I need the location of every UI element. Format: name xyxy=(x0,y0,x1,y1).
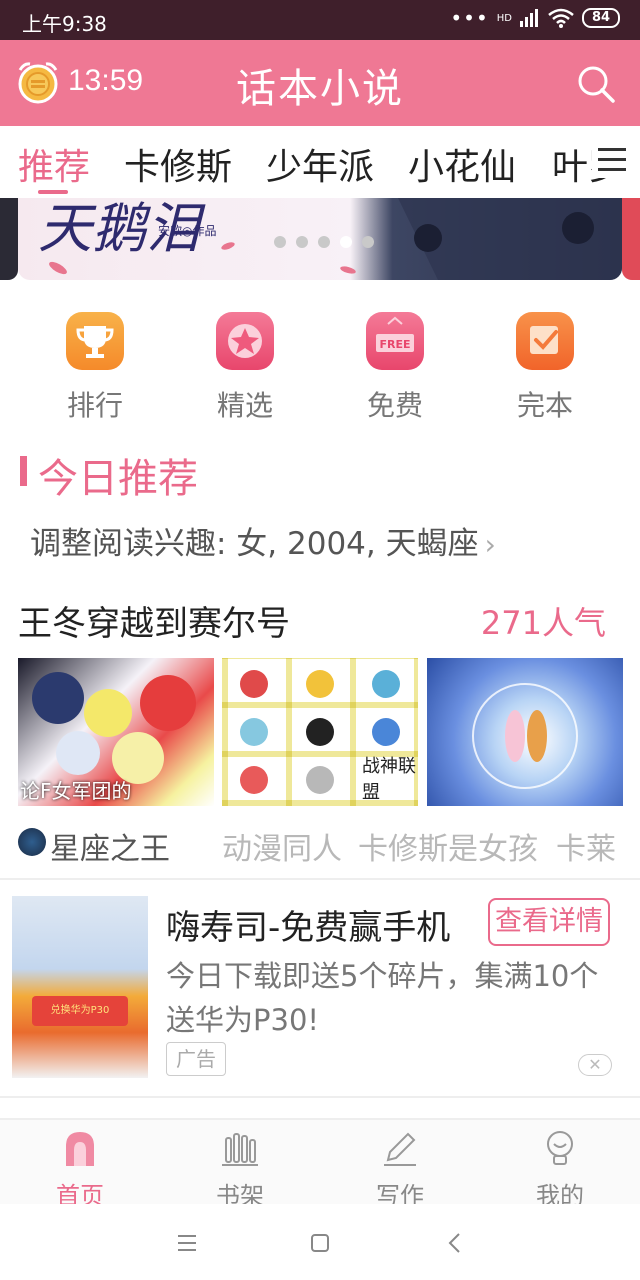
category-label: 免费 xyxy=(366,389,423,422)
battery-indicator: 84 xyxy=(582,8,620,28)
category-featured[interactable]: 精选 xyxy=(170,308,320,424)
ad-image-text: 兑换华为P30 xyxy=(32,996,128,1026)
active-tab-indicator xyxy=(38,190,68,194)
nav-profile[interactable]: 我的 xyxy=(480,1128,640,1211)
category-ranking[interactable]: 排行 xyxy=(20,308,170,424)
reading-interest-text: 调整阅读兴趣: 女, 2004, 天蝎座 xyxy=(30,526,479,562)
divider xyxy=(0,1096,640,1098)
banner-pagination xyxy=(274,236,374,248)
section-title: 今日推荐 xyxy=(38,456,198,502)
book-author[interactable]: 星座之王 xyxy=(50,824,170,864)
category-shortcuts: 排行 精选 FREE 免费 完本 xyxy=(0,308,640,422)
menu-icon[interactable] xyxy=(172,1228,202,1258)
book-tag[interactable]: 卡修斯是女孩 xyxy=(358,824,538,864)
chevron-right-icon: › xyxy=(484,528,496,561)
signal-icon xyxy=(520,9,538,27)
book-tag[interactable]: 卡莱 xyxy=(556,824,616,864)
tab-shaonianpai[interactable]: 少年派 xyxy=(266,138,374,190)
more-dots-icon: ••• xyxy=(450,6,489,30)
home-arch-icon xyxy=(66,1132,94,1166)
category-label: 排行 xyxy=(66,389,123,422)
category-free[interactable]: FREE 免费 xyxy=(320,308,470,424)
banner-dot[interactable] xyxy=(296,236,308,248)
tab-kaxiusi[interactable]: 卡修斯 xyxy=(124,138,232,190)
app-title: 话本小说 xyxy=(236,66,404,112)
free-sign-icon: FREE xyxy=(366,312,424,370)
book-tag[interactable]: 动漫同人 xyxy=(222,824,342,864)
cover3-art xyxy=(472,683,578,789)
cover-caption: 论F女军团的 xyxy=(20,779,132,803)
pencil-icon xyxy=(384,1132,416,1166)
book-title[interactable]: 王冬穿越到赛尔号 xyxy=(18,596,290,645)
reading-interest-link[interactable]: 调整阅读兴趣: 女, 2004, 天蝎座 › xyxy=(30,518,496,563)
status-bar: 上午9:38 ••• HD 84 xyxy=(0,0,640,40)
back-icon[interactable] xyxy=(440,1228,470,1258)
book-meta: 星座之王 动漫同人 卡修斯是女孩 卡莱 xyxy=(18,824,640,864)
banner-dot-active[interactable] xyxy=(340,236,352,248)
book-cover-3[interactable] xyxy=(427,658,623,806)
author-avatar[interactable] xyxy=(18,828,46,856)
tab-menu-icon[interactable] xyxy=(592,142,632,178)
ad-title[interactable]: 嗨寿司-免费赢手机 xyxy=(166,900,450,949)
banner-dot[interactable] xyxy=(318,236,330,248)
book-cover-1[interactable]: 论F女军团的 xyxy=(18,658,214,806)
ad-image[interactable]: 兑换华为P30 xyxy=(12,896,148,1078)
nav-home[interactable]: 首页 xyxy=(0,1128,160,1211)
star-icon xyxy=(216,312,274,370)
banner-carousel[interactable]: 天鹅泪 安欣◎作品 xyxy=(18,198,622,280)
book-cover-2[interactable]: 战神联盟 xyxy=(222,658,418,806)
cover-caption: 战神联盟 xyxy=(362,756,416,803)
checkbox-icon xyxy=(516,312,574,370)
app-header: 13:59 话本小说 xyxy=(0,40,640,126)
status-time: 上午9:38 xyxy=(22,12,107,36)
search-icon[interactable] xyxy=(576,64,616,104)
ad-label: 广告 xyxy=(166,1042,226,1076)
category-tabs: 推荐 卡修斯 少年派 小花仙 叶罗 xyxy=(0,126,640,198)
free-badge-text: FREE xyxy=(379,338,410,351)
wifi-icon xyxy=(548,8,574,28)
bottom-navigation: 首页 书架 写作 我的 xyxy=(0,1118,640,1210)
section-marker xyxy=(20,456,27,486)
divider xyxy=(0,878,640,880)
banner-dot[interactable] xyxy=(362,236,374,248)
banner-prev-peek[interactable] xyxy=(0,198,18,280)
category-label: 精选 xyxy=(216,389,273,422)
book-popularity: 271人气 xyxy=(480,604,606,642)
trophy-icon xyxy=(66,312,124,370)
tab-xiaohuaxian[interactable]: 小花仙 xyxy=(408,138,516,190)
status-icons: ••• HD 84 xyxy=(450,8,620,28)
nav-bookshelf[interactable]: 书架 xyxy=(160,1128,320,1211)
system-navigation xyxy=(0,1204,640,1280)
tab-recommend[interactable]: 推荐 xyxy=(18,138,90,190)
profile-bulb-icon xyxy=(547,1131,573,1165)
banner-next-peek[interactable] xyxy=(622,198,640,280)
banner-dot[interactable] xyxy=(274,236,286,248)
ad-description: 今日下载即送5个碎片，集满10个送华为P30! xyxy=(166,959,599,1037)
bookshelf-icon xyxy=(222,1133,258,1166)
nav-write[interactable]: 写作 xyxy=(320,1128,480,1211)
close-icon[interactable]: ✕ xyxy=(578,1054,612,1076)
category-completed[interactable]: 完本 xyxy=(470,308,620,424)
category-label: 完本 xyxy=(516,389,573,422)
signal-label: HD xyxy=(496,12,512,24)
home-icon[interactable] xyxy=(305,1228,335,1258)
ad-details-button[interactable]: 查看详情 xyxy=(488,898,610,946)
